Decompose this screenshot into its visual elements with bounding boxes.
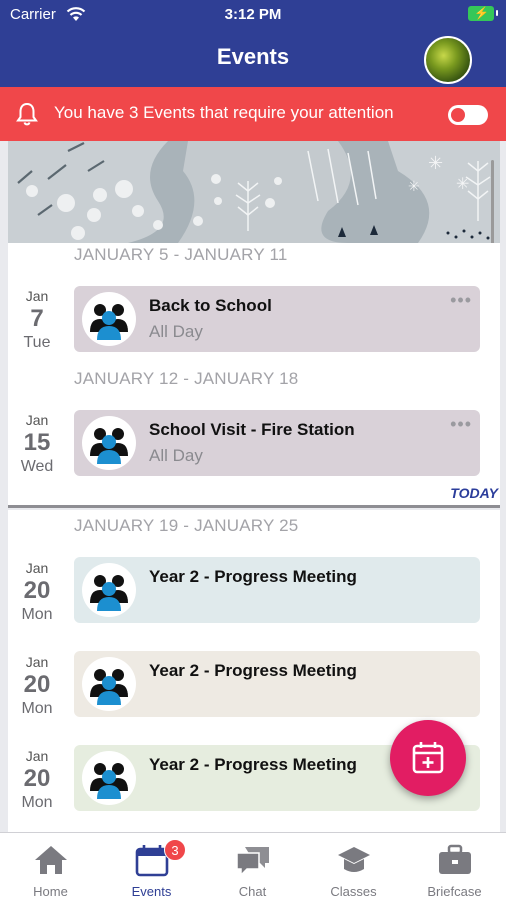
winter-banner-image: ✳ ✳ ✳ bbox=[8, 141, 500, 243]
today-divider bbox=[8, 505, 500, 508]
week-header: JANUARY 19 - JANUARY 25 bbox=[74, 516, 299, 535]
tab-bar: Home 3 Events Chat Classes Briefcase bbox=[0, 832, 506, 900]
tab-briefcase[interactable]: Briefcase bbox=[404, 833, 505, 900]
event-month: Jan bbox=[25, 560, 49, 576]
alert-toggle[interactable] bbox=[448, 105, 488, 125]
more-options-icon[interactable]: ••• bbox=[450, 290, 472, 311]
toggle-knob bbox=[451, 108, 465, 122]
event-month: Jan bbox=[25, 748, 49, 764]
event-weekday: Mon bbox=[21, 606, 53, 623]
event-month: Jan bbox=[25, 654, 49, 670]
event-date: Jan 15 Wed bbox=[8, 412, 66, 476]
event-subtitle: All Day bbox=[149, 446, 203, 465]
tab-chat[interactable]: Chat bbox=[202, 833, 303, 900]
event-card-school-visit[interactable]: School Visit - Fire Station All Day ••• bbox=[74, 410, 480, 476]
battery-icon: ⚡ bbox=[468, 6, 498, 21]
group-icon bbox=[82, 657, 136, 711]
tab-label: Events bbox=[131, 884, 172, 899]
event-month: Jan bbox=[25, 412, 49, 428]
event-title: School Visit - Fire Station bbox=[149, 420, 355, 439]
tab-home[interactable]: Home bbox=[0, 833, 101, 900]
svg-text:✳: ✳ bbox=[408, 179, 420, 195]
graduation-cap-icon bbox=[338, 847, 370, 872]
alert-message: You have 3 Events that require your atte… bbox=[54, 103, 394, 122]
events-screen: Carrier 3:12 PM ⚡ Events You have 3 Even… bbox=[0, 0, 506, 900]
event-weekday: Mon bbox=[21, 794, 53, 811]
event-date: Jan 7 Tue bbox=[8, 288, 66, 352]
app-header: Carrier 3:12 PM ⚡ Events bbox=[0, 0, 506, 87]
bell-icon bbox=[16, 102, 38, 126]
status-bar: Carrier 3:12 PM ⚡ bbox=[0, 0, 506, 30]
tab-label: Classes bbox=[330, 884, 377, 899]
event-title: Back to School bbox=[149, 296, 272, 315]
group-icon bbox=[82, 751, 136, 805]
event-day: 20 bbox=[23, 577, 51, 604]
event-card-progress-meeting[interactable]: Year 2 - Progress Meeting bbox=[74, 557, 480, 623]
calendar-add-icon bbox=[412, 742, 444, 774]
events-list-past: JANUARY 5 - JANUARY 11 Jan 7 Tue Back to… bbox=[8, 243, 500, 505]
tab-events[interactable]: 3 Events bbox=[101, 833, 202, 900]
home-icon bbox=[35, 846, 67, 874]
event-title: Year 2 - Progress Meeting bbox=[149, 661, 357, 680]
week-header: JANUARY 12 - JANUARY 18 bbox=[74, 369, 299, 388]
today-marker: TODAY bbox=[450, 485, 498, 501]
events-count-badge: 3 bbox=[164, 839, 186, 861]
add-event-button[interactable] bbox=[390, 720, 466, 796]
event-date: Jan 20 Mon bbox=[8, 748, 66, 812]
tab-label: Chat bbox=[238, 884, 267, 899]
event-card-progress-meeting[interactable]: Year 2 - Progress Meeting bbox=[74, 651, 480, 717]
winter-pattern-illustration: ✳ ✳ ✳ bbox=[8, 141, 500, 243]
chat-icon bbox=[236, 847, 269, 877]
tab-label: Briefcase bbox=[427, 884, 482, 899]
event-month: Jan bbox=[25, 288, 49, 304]
event-day: 15 bbox=[23, 429, 51, 456]
group-icon bbox=[82, 292, 136, 346]
event-weekday: Wed bbox=[20, 458, 54, 475]
group-icon bbox=[82, 416, 136, 470]
event-weekday: Tue bbox=[23, 334, 51, 351]
attention-alert-bar[interactable]: You have 3 Events that require your atte… bbox=[0, 87, 506, 141]
briefcase-icon bbox=[439, 844, 471, 874]
event-day: 20 bbox=[23, 671, 51, 698]
tab-classes[interactable]: Classes bbox=[303, 833, 404, 900]
event-day: 7 bbox=[30, 305, 44, 332]
event-date: Jan 20 Mon bbox=[8, 560, 66, 624]
more-options-icon[interactable]: ••• bbox=[450, 414, 472, 435]
week-header: JANUARY 5 - JANUARY 11 bbox=[74, 245, 288, 264]
event-card-back-to-school[interactable]: Back to School All Day ••• bbox=[74, 286, 480, 352]
avatar[interactable] bbox=[424, 36, 472, 84]
svg-text:✳: ✳ bbox=[456, 174, 469, 193]
event-day: 20 bbox=[23, 765, 51, 792]
tab-label: Home bbox=[33, 884, 68, 899]
event-date: Jan 20 Mon bbox=[8, 654, 66, 718]
group-icon bbox=[82, 563, 136, 617]
status-time: 3:12 PM bbox=[224, 6, 282, 23]
event-subtitle: All Day bbox=[149, 322, 203, 341]
event-weekday: Mon bbox=[21, 700, 53, 717]
event-title: Year 2 - Progress Meeting bbox=[149, 567, 357, 586]
event-title: Year 2 - Progress Meeting bbox=[149, 755, 357, 774]
svg-text:✳: ✳ bbox=[428, 153, 443, 174]
